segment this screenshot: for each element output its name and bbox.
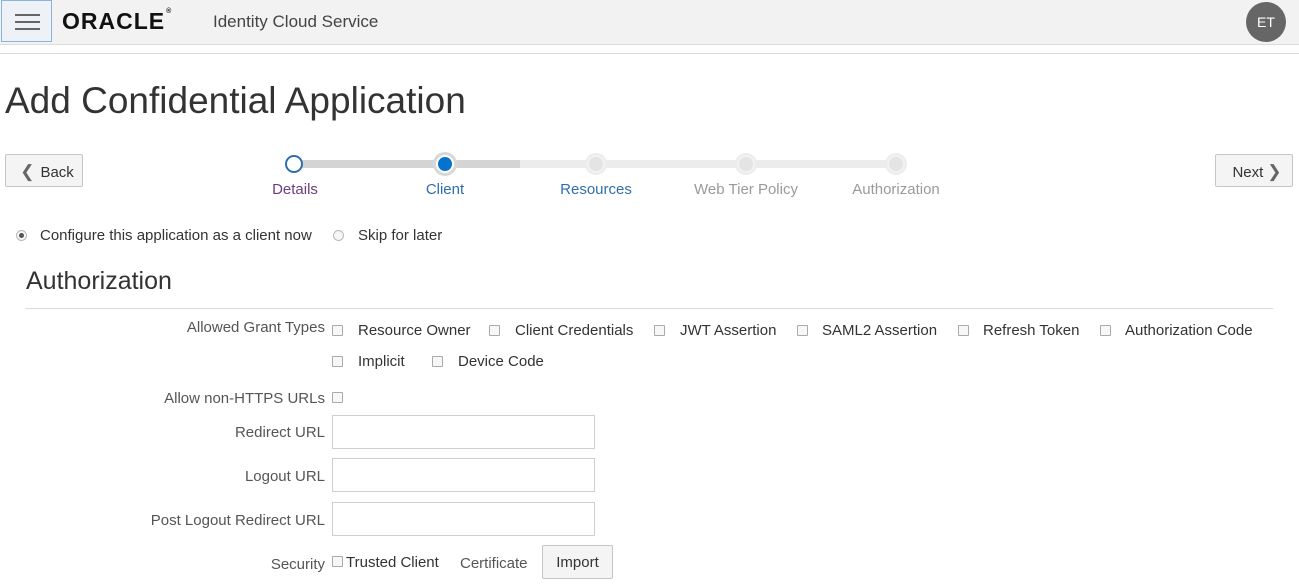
- grant-refresh-token-label[interactable]: Refresh Token: [983, 322, 1079, 339]
- train-step-resources-label[interactable]: Resources: [526, 181, 666, 198]
- next-button[interactable]: Next ❯: [1215, 154, 1293, 187]
- train-step-web-tier-policy-label: Web Tier Policy: [694, 181, 798, 198]
- grant-client-credentials-label[interactable]: Client Credentials: [515, 322, 633, 339]
- configure-client-now-label[interactable]: Configure this application as a client n…: [40, 227, 312, 244]
- train-step-authorization-label: Authorization: [852, 181, 940, 198]
- train-step-resources-dot[interactable]: [587, 155, 605, 173]
- train-step-details-dot[interactable]: [285, 155, 303, 173]
- train-step-web-tier-policy-dot: [737, 155, 755, 173]
- top-bar: ORACLE® Identity Cloud Service ET: [0, 0, 1299, 45]
- allow-non-https-label: Allow non-HTTPS URLs: [164, 390, 325, 407]
- skip-for-later-radio[interactable]: [333, 230, 344, 241]
- grant-implicit-checkbox[interactable]: [332, 356, 343, 367]
- header-divider: [0, 53, 1299, 54]
- grant-jwt-assertion-label[interactable]: JWT Assertion: [680, 322, 776, 339]
- grant-saml2-assertion-label[interactable]: SAML2 Assertion: [822, 322, 937, 339]
- chevron-right-icon: ❯: [1267, 162, 1282, 181]
- redirect-url-label: Redirect URL: [234, 424, 325, 441]
- grant-device-code-checkbox[interactable]: [432, 356, 443, 367]
- logo-text: ORACLE: [62, 8, 166, 34]
- logo-registered-mark: ®: [166, 8, 173, 15]
- allow-non-https-checkbox[interactable]: [332, 392, 343, 403]
- skip-for-later-label[interactable]: Skip for later: [358, 227, 442, 244]
- train-step-details-label[interactable]: Details: [225, 181, 365, 198]
- grant-authorization-code-label[interactable]: Authorization Code: [1125, 322, 1253, 339]
- back-button[interactable]: ❮ Back: [5, 154, 83, 187]
- grant-refresh-token-checkbox[interactable]: [958, 325, 969, 336]
- user-avatar[interactable]: ET: [1246, 2, 1286, 42]
- grant-resource-owner-checkbox[interactable]: [332, 325, 343, 336]
- grant-saml2-assertion-checkbox[interactable]: [797, 325, 808, 336]
- configure-client-now-radio[interactable]: [16, 230, 27, 241]
- post-logout-redirect-url-label: Post Logout Redirect URL: [150, 512, 325, 529]
- grant-resource-owner-label[interactable]: Resource Owner: [358, 322, 471, 339]
- next-button-label: Next: [1232, 164, 1264, 181]
- logout-url-label: Logout URL: [244, 468, 325, 485]
- chevron-left-icon: ❮: [20, 162, 35, 181]
- section-divider: [25, 308, 1273, 309]
- grant-jwt-assertion-checkbox[interactable]: [654, 325, 665, 336]
- grant-authorization-code-checkbox[interactable]: [1100, 325, 1111, 336]
- import-certificate-button[interactable]: Import: [542, 545, 613, 579]
- trusted-client-checkbox[interactable]: [332, 556, 343, 567]
- train-step-client-dot[interactable]: [436, 155, 454, 173]
- post-logout-redirect-url-input[interactable]: [332, 502, 595, 536]
- certificate-label: Certificate: [460, 555, 528, 572]
- grant-device-code-label[interactable]: Device Code: [458, 353, 544, 370]
- train-step-authorization-dot: [887, 155, 905, 173]
- security-label: Security: [270, 556, 325, 573]
- page-title: Add Confidential Application: [5, 80, 466, 121]
- grant-client-credentials-checkbox[interactable]: [489, 325, 500, 336]
- allowed-grant-types-label: Allowed Grant Types: [186, 319, 325, 336]
- back-button-label: Back: [40, 164, 74, 181]
- grant-implicit-label[interactable]: Implicit: [358, 353, 405, 370]
- redirect-url-input[interactable]: [332, 415, 595, 449]
- logout-url-input[interactable]: [332, 458, 595, 492]
- hamburger-menu-icon[interactable]: [1, 0, 52, 42]
- oracle-logo: ORACLE®: [62, 8, 172, 35]
- app-title: Identity Cloud Service: [213, 12, 379, 31]
- train-progress: [294, 160, 520, 168]
- authorization-section-title: Authorization: [26, 267, 172, 295]
- trusted-client-label[interactable]: Trusted Client: [346, 554, 439, 571]
- train-step-client-label[interactable]: Client: [375, 181, 515, 198]
